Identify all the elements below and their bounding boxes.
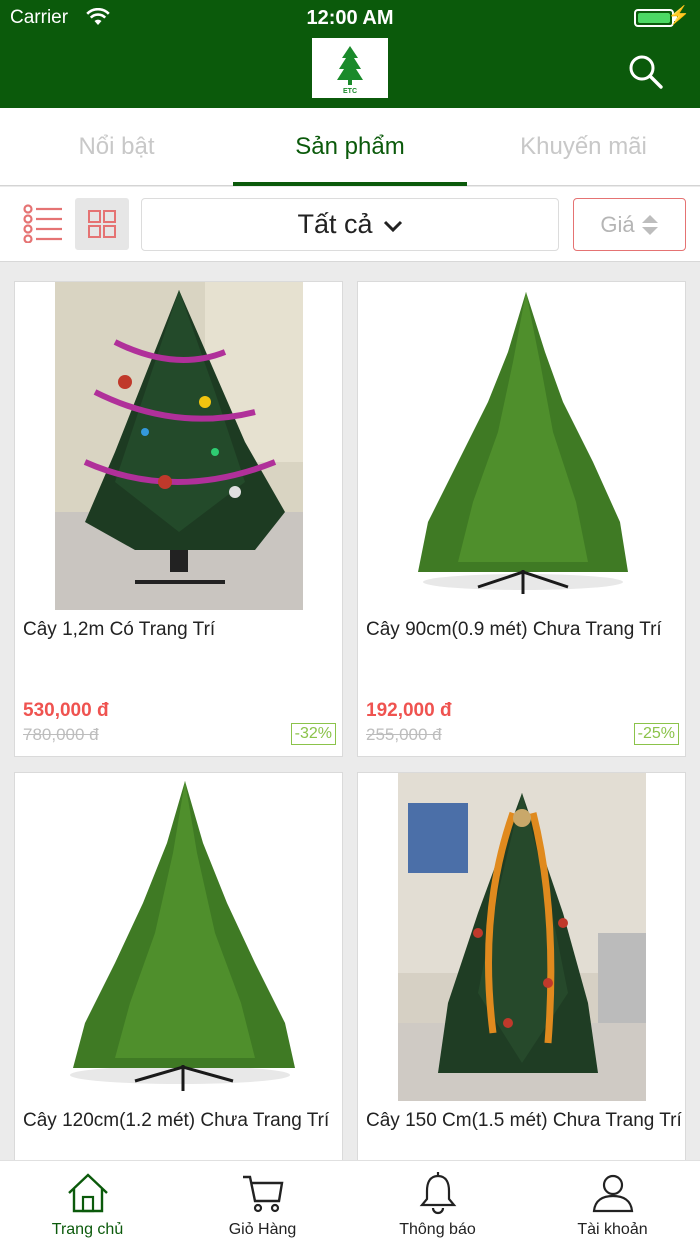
product-card[interactable]: Cây 1,2m Có Trang Trí 530,000 đ 780,000 …: [14, 281, 343, 757]
nav-cart[interactable]: Giỏ Hàng: [175, 1161, 350, 1244]
product-price: 192,000 đ: [366, 700, 452, 721]
list-view-icon[interactable]: [22, 203, 66, 244]
status-bar: Carrier 12:00 AM ⚡: [0, 0, 700, 36]
clock: 12:00 AM: [306, 7, 394, 29]
grid-view-icon[interactable]: [75, 198, 129, 250]
nav-home-label: Trang chủ: [51, 1221, 124, 1238]
nav-notifications[interactable]: Thông báo: [350, 1161, 525, 1244]
category-select[interactable]: Tất cả: [141, 198, 559, 251]
category-tabs: Nổi bật Sản phẩm Khuyến mãi: [0, 108, 700, 186]
tab-promotions[interactable]: Khuyến mãi: [467, 108, 700, 186]
discount-badge: -25%: [633, 723, 679, 745]
price-sort-label: Giá: [600, 211, 635, 237]
product-card[interactable]: Cây 150 Cm(1.5 mét) Chưa Trang Trí: [357, 772, 686, 1172]
product-price: 530,000 đ: [23, 700, 109, 721]
app-logo[interactable]: ETC: [312, 38, 388, 98]
nav-account[interactable]: Tài khoản: [525, 1161, 700, 1244]
product-old-price: 780,000 đ: [23, 725, 99, 744]
product-image[interactable]: [55, 282, 303, 610]
discount-badge: -32%: [290, 723, 336, 745]
product-old-price: 255,000 đ: [366, 725, 442, 744]
filter-bar: Tất cả Giá: [0, 187, 700, 262]
logo-text: ETC: [343, 88, 357, 95]
tab-products[interactable]: Sản phẩm: [233, 108, 467, 186]
product-name[interactable]: Cây 90cm(0.9 mét) Chưa Trang Trí: [366, 616, 685, 644]
cart-icon: [243, 1175, 284, 1213]
home-icon: [68, 1173, 108, 1213]
tab-featured[interactable]: Nổi bật: [0, 108, 233, 186]
nav-cart-label: Giỏ Hàng: [228, 1221, 297, 1238]
product-name[interactable]: Cây 120cm(1.2 mét) Chưa Trang Trí: [23, 1107, 342, 1135]
product-card[interactable]: Cây 120cm(1.2 mét) Chưa Trang Trí: [14, 772, 343, 1172]
category-select-value: Tất cả: [297, 209, 373, 239]
product-name[interactable]: Cây 150 Cm(1.5 mét) Chưa Trang Trí: [366, 1107, 685, 1135]
charging-icon: ⚡: [667, 5, 690, 25]
user-icon: [592, 1174, 634, 1213]
product-name[interactable]: Cây 1,2m Có Trang Trí: [23, 616, 342, 644]
app-header: Carrier 12:00 AM ⚡ ETC: [0, 0, 700, 108]
product-image[interactable]: [15, 773, 342, 1101]
price-sort-button[interactable]: Giá: [573, 198, 686, 251]
bottom-navigation: Trang chủ Giỏ Hàng Thông báo Tài khoản: [0, 1160, 700, 1244]
product-image[interactable]: [358, 282, 685, 610]
chevron-down-icon: [383, 209, 403, 240]
nav-notifications-label: Thông báo: [399, 1221, 476, 1238]
bell-icon: [419, 1172, 457, 1215]
nav-account-label: Tài khoản: [577, 1221, 648, 1238]
product-card[interactable]: Cây 90cm(0.9 mét) Chưa Trang Trí 192,000…: [357, 281, 686, 757]
sort-icon: [641, 214, 658, 235]
active-tab-indicator: [233, 182, 467, 186]
search-icon[interactable]: [626, 52, 666, 92]
product-image[interactable]: [398, 773, 646, 1101]
nav-home[interactable]: Trang chủ: [0, 1161, 175, 1244]
